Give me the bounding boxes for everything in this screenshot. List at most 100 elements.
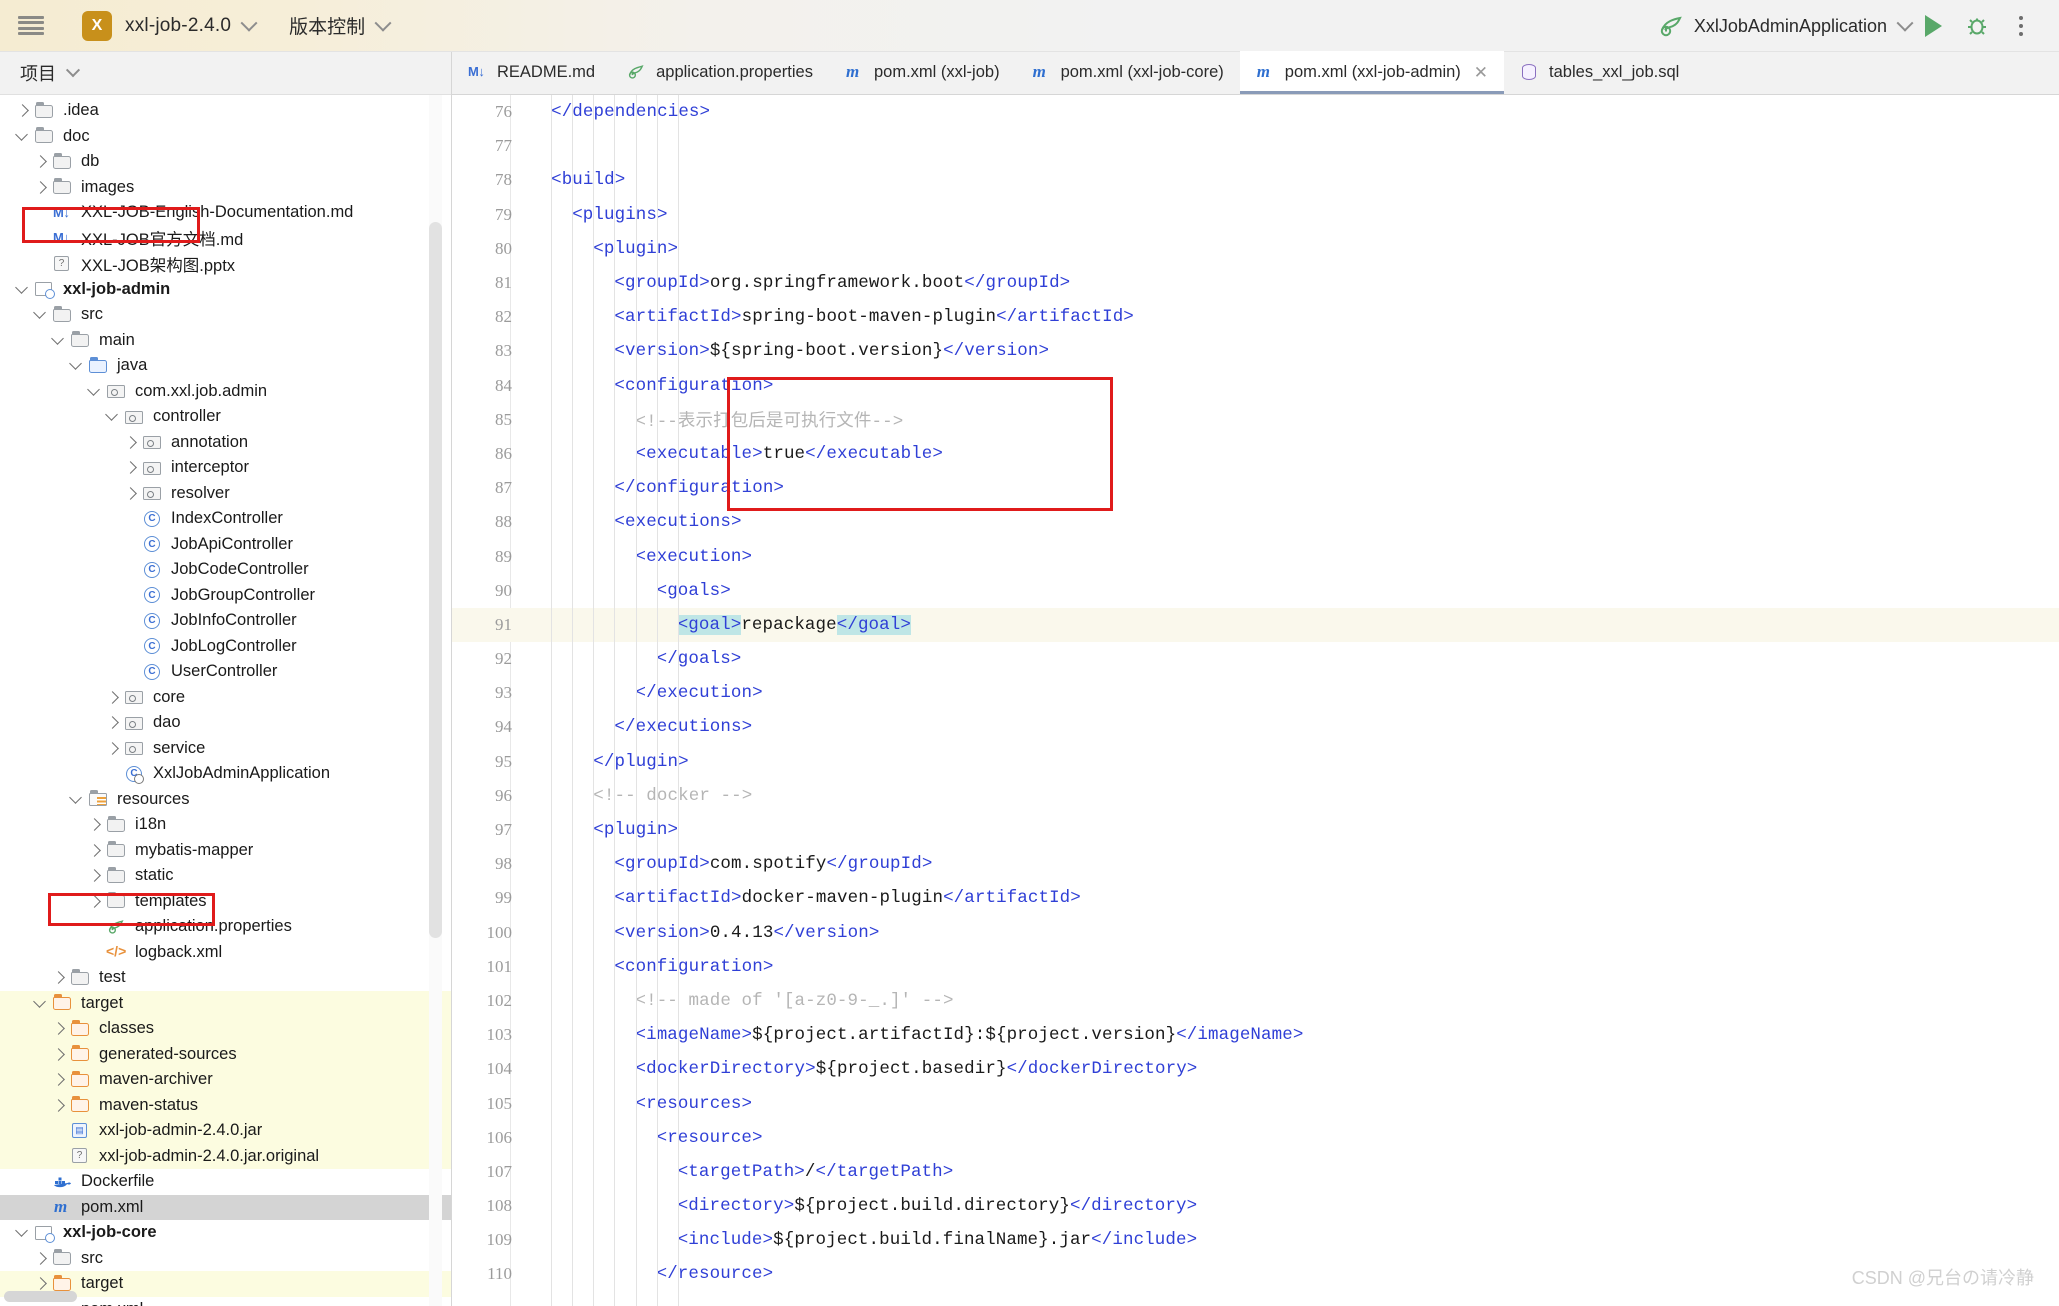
chevron-down-icon[interactable] xyxy=(52,334,65,347)
code-line[interactable]: 109 <include>${project.build.finalName}.j… xyxy=(452,1223,2059,1257)
tree-node-generated-sources[interactable]: generated-sources xyxy=(0,1041,451,1067)
chevron-right-icon[interactable] xyxy=(34,1252,47,1265)
tree-node-xxl-job-admin-2-4-0-jar-original[interactable]: ? xxl-job-admin-2.4.0.jar.original xyxy=(0,1143,451,1169)
code-line[interactable]: 84 <configuration> xyxy=(452,369,2059,403)
tree-node-mybatis-mapper[interactable]: mybatis-mapper xyxy=(0,838,451,864)
tree-node-i18n[interactable]: i18n xyxy=(0,812,451,838)
chevron-right-icon[interactable] xyxy=(52,971,65,984)
tree-node-dao[interactable]: dao xyxy=(0,710,451,736)
tree-node-core[interactable]: core xyxy=(0,685,451,711)
chevron-right-icon[interactable] xyxy=(124,461,137,474)
tree-node-jobinfocontroller[interactable]: C JobInfoController xyxy=(0,608,451,634)
code-line[interactable]: 110 </resource> xyxy=(452,1257,2059,1291)
tree-node-pom-xml[interactable]: m pom.xml xyxy=(0,1194,451,1220)
run-button[interactable] xyxy=(1911,4,1955,48)
tree-node-annotation[interactable]: annotation xyxy=(0,430,451,456)
code-line[interactable]: 83 <version>${spring-boot.version}</versi… xyxy=(452,334,2059,368)
chevron-right-icon[interactable] xyxy=(106,742,119,755)
code-line[interactable]: 101 <configuration> xyxy=(452,950,2059,984)
tree-node-xxl-job-core[interactable]: xxl-job-core xyxy=(0,1220,451,1246)
tree-node-static[interactable]: static xyxy=(0,863,451,889)
close-icon[interactable]: ✕ xyxy=(1474,64,1488,81)
tree-node-dockerfile[interactable]: Dockerfile xyxy=(0,1169,451,1195)
tree-node-controller[interactable]: controller xyxy=(0,404,451,430)
editor-tab-pom-xml-xxl-job-admin-[interactable]: m pom.xml (xxl-job-admin) ✕ xyxy=(1239,51,1505,94)
chevron-down-icon[interactable] xyxy=(16,130,29,143)
tree-node-logback-xml[interactable]: </> logback.xml xyxy=(0,940,451,966)
code-line[interactable]: 97 <plugin> xyxy=(452,813,2059,847)
chevron-down-icon[interactable] xyxy=(70,793,83,806)
tree-node-maven-status[interactable]: maven-status xyxy=(0,1092,451,1118)
code-line[interactable]: 78 <build> xyxy=(452,163,2059,197)
chevron-down-icon[interactable] xyxy=(16,283,29,296)
chevron-right-icon[interactable] xyxy=(52,1048,65,1061)
tree-node-service[interactable]: service xyxy=(0,736,451,762)
tree-node-indexcontroller[interactable]: C IndexController xyxy=(0,506,451,532)
editor-tab-pom-xml-xxl-job-[interactable]: m pom.xml (xxl-job) xyxy=(829,51,1016,94)
tree-node-java[interactable]: java xyxy=(0,353,451,379)
debug-button[interactable] xyxy=(1955,4,1999,48)
code-line[interactable]: 93 </execution> xyxy=(452,676,2059,710)
tree-node-images[interactable]: images xyxy=(0,175,451,201)
code-line[interactable]: 89 <execution> xyxy=(452,539,2059,573)
code-line[interactable]: 80 <plugin> xyxy=(452,232,2059,266)
tree-node-db[interactable]: db xyxy=(0,149,451,175)
vcs-menu-label[interactable]: 版本控制 xyxy=(289,12,365,39)
tree-node-joblogcontroller[interactable]: C JobLogController xyxy=(0,634,451,660)
chevron-right-icon[interactable] xyxy=(16,104,29,117)
chevron-down-icon[interactable] xyxy=(70,359,83,372)
chevron-down-icon[interactable] xyxy=(16,1226,29,1239)
chevron-right-icon[interactable] xyxy=(34,181,47,194)
tree-node-xxl-job-pptx[interactable]: ? XXL-JOB架构图.pptx xyxy=(0,251,451,277)
more-options-button[interactable] xyxy=(1999,4,2043,48)
code-line[interactable]: 90 <goals> xyxy=(452,574,2059,608)
tree-node-resources[interactable]: resources xyxy=(0,787,451,813)
code-line[interactable]: 94 </executions> xyxy=(452,710,2059,744)
tree-node-doc[interactable]: doc xyxy=(0,124,451,150)
code-line[interactable]: 99 <artifactId>docker-maven-plugin</artif… xyxy=(452,881,2059,915)
tree-node-src[interactable]: src xyxy=(0,1246,451,1272)
project-name-label[interactable]: xxl-job-2.4.0 xyxy=(125,15,231,37)
tree-node-xxljobadminapplication[interactable]: C XxlJobAdminApplication xyxy=(0,761,451,787)
chevron-down-icon[interactable] xyxy=(374,14,392,32)
code-line[interactable]: 86 <executable>true</executable> xyxy=(452,437,2059,471)
code-line[interactable]: 104 <dockerDirectory>${project.basedir}</… xyxy=(452,1052,2059,1086)
tree-node-jobgroupcontroller[interactable]: C JobGroupController xyxy=(0,583,451,609)
code-line[interactable]: 79 <plugins> xyxy=(452,198,2059,232)
code-line[interactable]: 88<executions> xyxy=(452,505,2059,539)
run-configuration-label[interactable]: XxlJobAdminApplication xyxy=(1694,16,1887,37)
tree-node-templates[interactable]: templates xyxy=(0,889,451,915)
tree-node-src[interactable]: src xyxy=(0,302,451,328)
code-line[interactable]: 107 <targetPath>/</targetPath> xyxy=(452,1155,2059,1189)
code-line[interactable]: 102 <!-- made of '[a-z0-9-_.]' --> xyxy=(452,984,2059,1018)
tree-node-xxl-job-english-documentation-md[interactable]: M↓ XXL-JOB-English-Documentation.md xyxy=(0,200,451,226)
tree-node-usercontroller[interactable]: C UserController xyxy=(0,659,451,685)
code-line[interactable]: 81 <groupId>org.springframework.boot</gro… xyxy=(452,266,2059,300)
chevron-right-icon[interactable] xyxy=(106,691,119,704)
chevron-right-icon[interactable] xyxy=(124,436,137,449)
code-line[interactable]: 96 <!-- docker --> xyxy=(452,779,2059,813)
tree-node--idea[interactable]: .idea xyxy=(0,98,451,124)
chevron-down-icon[interactable] xyxy=(240,14,258,32)
code-line[interactable]: 100 <version>0.4.13</version> xyxy=(452,916,2059,950)
chevron-right-icon[interactable] xyxy=(52,1022,65,1035)
tree-node-target[interactable]: target xyxy=(0,990,451,1016)
editor-tab-readme-md[interactable]: M↓ README.md xyxy=(452,51,611,94)
tree-node-xxl-job-md[interactable]: M↓ XXL-JOB官方文档.md xyxy=(0,226,451,252)
chevron-right-icon[interactable] xyxy=(88,844,101,857)
code-line[interactable]: 108 <directory>${project.build.directory}… xyxy=(452,1189,2059,1223)
tree-node-application-properties[interactable]: application.properties xyxy=(0,914,451,940)
tree-node-interceptor[interactable]: interceptor xyxy=(0,455,451,481)
tree-node-xxl-job-admin[interactable]: xxl-job-admin xyxy=(0,277,451,303)
tree-node-classes[interactable]: classes xyxy=(0,1016,451,1042)
code-line[interactable]: 98 <groupId>com.spotify</groupId> xyxy=(452,847,2059,881)
code-line[interactable]: 103 <imageName>${project.artifactId}:${pr… xyxy=(452,1018,2059,1052)
chevron-down-icon[interactable] xyxy=(34,308,47,321)
code-line[interactable]: 76 </dependencies> xyxy=(452,95,2059,129)
code-editor[interactable]: 76 </dependencies> 77 78 <build> 79 <plugins> 8… xyxy=(452,95,2059,1306)
tree-node-xxl-job-admin-2-4-0-jar[interactable]: ▤ xxl-job-admin-2.4.0.jar xyxy=(0,1118,451,1144)
code-line[interactable]: 105 <resources> xyxy=(452,1086,2059,1120)
tree-node-main[interactable]: main xyxy=(0,328,451,354)
main-menu-icon[interactable] xyxy=(18,16,44,35)
code-line[interactable]: 106 <resource> xyxy=(452,1121,2059,1155)
